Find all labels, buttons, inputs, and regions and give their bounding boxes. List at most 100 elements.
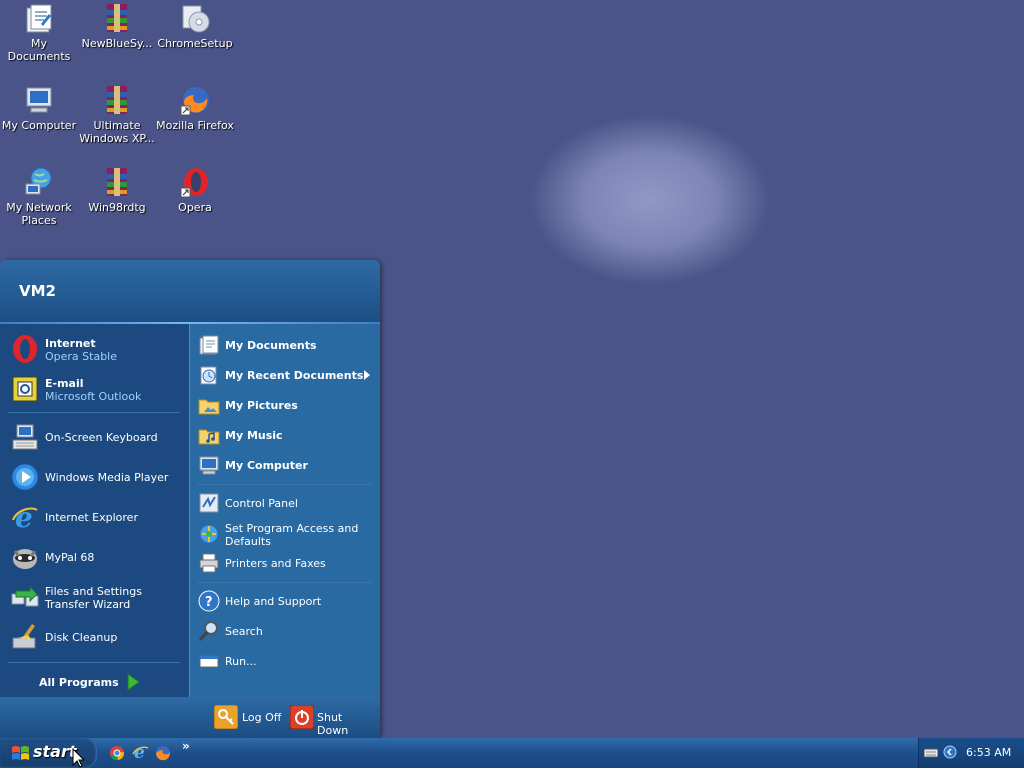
- right-item-my-pictures[interactable]: My Pictures: [198, 394, 373, 418]
- opera-icon: [179, 166, 211, 198]
- winrar-archive-icon: [101, 84, 133, 116]
- pinned-item-internet[interactable]: Internet Opera Stable: [8, 334, 184, 366]
- right-item-control-panel[interactable]: Control Panel: [198, 492, 373, 516]
- right-item-my-documents[interactable]: My Documents: [198, 334, 373, 358]
- right-item-label: Help and Support: [225, 595, 322, 608]
- pinned-separator: [8, 412, 180, 413]
- right-item-label: Control Panel: [225, 497, 298, 510]
- keyboard-icon: [10, 422, 40, 452]
- desktop-icon-label: Opera: [178, 201, 212, 214]
- svg-text:e: e: [15, 502, 33, 532]
- right-item-label: My Computer: [225, 459, 308, 472]
- right-item-search[interactable]: Search: [198, 620, 373, 644]
- program-label: Windows Media Player: [45, 471, 169, 484]
- desktop-icon-my-documents[interactable]: My Documents: [0, 2, 78, 63]
- user-name: VM2: [19, 282, 56, 300]
- program-label: Disk Cleanup: [45, 631, 118, 644]
- shut-down-button[interactable]: Shut Down: [289, 704, 374, 737]
- media-player-icon: [10, 462, 40, 492]
- search-icon: [198, 620, 220, 642]
- right-item-set-program-access[interactable]: Set Program Access and Defaults: [198, 520, 373, 550]
- right-item-label: My Documents: [225, 339, 317, 352]
- start-menu: VM2 Internet Opera Stable E-mail Microso…: [0, 260, 380, 738]
- computer-icon: [23, 84, 55, 116]
- printer-icon: [198, 552, 220, 574]
- program-mypal-68[interactable]: MyPal 68: [8, 542, 184, 574]
- svg-text:?: ?: [205, 595, 213, 610]
- control-panel-icon: [198, 492, 220, 514]
- start-menu-header: VM2: [0, 260, 380, 324]
- desktop-icon-mozilla-firefox[interactable]: Mozilla Firefox: [156, 84, 234, 132]
- opera-icon: [10, 334, 40, 364]
- firefox-icon: [179, 84, 211, 116]
- taskbar: start e » 6:53 AM: [0, 738, 1024, 768]
- desktop-icon-label: Win98rdtg: [88, 201, 146, 214]
- log-off-label: Log Off: [242, 711, 282, 724]
- right-item-run[interactable]: Run...: [198, 650, 373, 674]
- desktop-icon-label: My Computer: [1, 119, 77, 132]
- desktop-icon-label: Mozilla Firefox: [156, 119, 234, 132]
- program-files-settings-transfer[interactable]: Files and Settings Transfer Wizard: [8, 582, 184, 614]
- program-windows-media-player[interactable]: Windows Media Player: [8, 462, 184, 494]
- log-off-button[interactable]: Log Off: [213, 704, 284, 732]
- right-item-my-computer[interactable]: My Computer: [198, 454, 373, 478]
- program-label: On-Screen Keyboard: [45, 431, 158, 444]
- key-icon: [213, 704, 239, 732]
- clock[interactable]: 6:53 AM: [966, 746, 1011, 759]
- desktop-icon-label: My Network Places: [6, 201, 72, 227]
- quicklaunch-chrome-icon[interactable]: [109, 745, 125, 764]
- shut-down-label: Shut Down: [317, 711, 349, 737]
- pinned-item-email[interactable]: E-mail Microsoft Outlook: [8, 374, 184, 406]
- desktop-icon-opera[interactable]: Opera: [156, 166, 234, 214]
- program-label: Internet Explorer: [45, 511, 138, 524]
- all-programs-label: All Programs: [39, 676, 119, 689]
- desktop-icon-win98rdtg[interactable]: Win98rdtg: [78, 166, 156, 214]
- right-item-help-and-support[interactable]: ? Help and Support: [198, 590, 373, 614]
- raccoon-icon: [10, 542, 40, 572]
- tray-expand-chevron-icon[interactable]: [943, 745, 957, 762]
- run-icon: [198, 650, 220, 672]
- submenu-arrow-icon: [364, 370, 370, 383]
- right-separator: [197, 484, 373, 485]
- desktop-icon-label: Ultimate Windows XP...: [79, 119, 155, 145]
- right-item-printers-and-faxes[interactable]: Printers and Faxes: [198, 552, 373, 576]
- pinned-title: E-mail: [45, 377, 84, 390]
- quicklaunch-firefox-icon[interactable]: [155, 745, 171, 764]
- winrar-archive-icon: [101, 166, 133, 198]
- desktop-icon-chromesetup[interactable]: ChromeSetup: [156, 2, 234, 50]
- right-item-label: Run...: [225, 655, 257, 668]
- all-programs-separator: [8, 662, 180, 663]
- desktop-icon-my-computer[interactable]: My Computer: [0, 84, 78, 132]
- right-item-label: My Recent Documents: [225, 369, 364, 382]
- quicklaunch-overflow[interactable]: »: [182, 739, 190, 753]
- right-item-my-recent-documents[interactable]: My Recent Documents: [198, 364, 373, 388]
- right-item-my-music[interactable]: My Music: [198, 424, 373, 448]
- winrar-archive-icon: [101, 2, 133, 34]
- all-programs-button[interactable]: All Programs: [8, 670, 184, 694]
- quicklaunch-internet-explorer-icon[interactable]: e: [132, 743, 150, 764]
- outlook-icon: [10, 374, 40, 404]
- transfer-wizard-icon: [10, 582, 40, 612]
- program-internet-explorer[interactable]: e Internet Explorer: [8, 501, 184, 534]
- network-globe-icon: [23, 166, 55, 198]
- program-label: MyPal 68: [45, 551, 95, 564]
- power-icon: [289, 704, 315, 732]
- green-arrow-icon: [126, 673, 140, 694]
- right-item-label: Set Program Access and Defaults: [225, 522, 359, 548]
- program-disk-cleanup[interactable]: Disk Cleanup: [8, 622, 184, 654]
- music-folder-icon: [198, 424, 220, 446]
- documents-folder-icon: [23, 2, 55, 34]
- documents-folder-icon: [198, 334, 220, 356]
- keyboard-tray-icon[interactable]: [923, 747, 939, 762]
- help-icon: ?: [198, 590, 220, 612]
- desktop-icon-newbluesy[interactable]: NewBlueSy...: [78, 2, 156, 50]
- program-access-icon: [198, 523, 220, 545]
- pinned-title: Internet: [45, 337, 96, 350]
- internet-explorer-icon: e: [10, 501, 40, 534]
- desktop-icon-my-network-places[interactable]: My Network Places: [0, 166, 78, 227]
- pinned-subtitle: Opera Stable: [45, 350, 118, 363]
- computer-icon: [198, 454, 220, 476]
- desktop-icon-ultimate-windows-xp[interactable]: Ultimate Windows XP...: [78, 84, 156, 145]
- program-on-screen-keyboard[interactable]: On-Screen Keyboard: [8, 422, 184, 454]
- disk-cleanup-icon: [10, 622, 40, 652]
